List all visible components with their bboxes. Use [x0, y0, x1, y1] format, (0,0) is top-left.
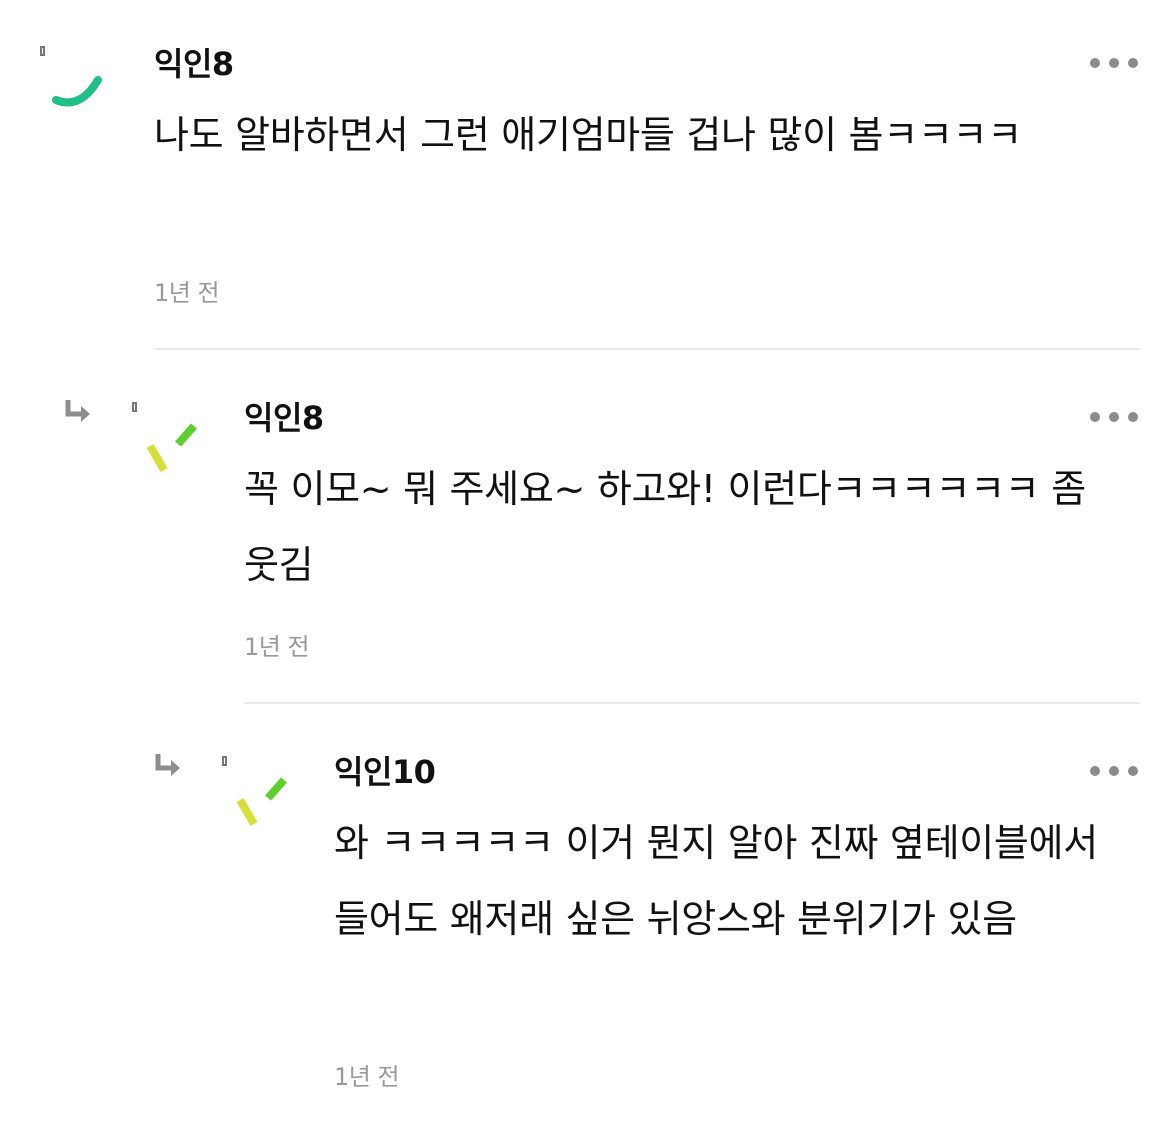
- avatar-badge-icon: [40, 46, 45, 56]
- slash-marks-icon: [236, 777, 287, 827]
- dot-icon: [1090, 58, 1100, 68]
- comment-time: 1년 전: [334, 1063, 400, 1091]
- dot-icon: [1128, 58, 1138, 68]
- more-options-button[interactable]: [1090, 765, 1138, 777]
- more-options-button[interactable]: [1090, 57, 1138, 69]
- dot-icon: [1090, 766, 1100, 776]
- avatar-badge-icon: [132, 402, 137, 412]
- more-options-button[interactable]: [1090, 411, 1138, 423]
- dot-icon: [1128, 412, 1138, 422]
- comment-time: 1년 전: [244, 633, 310, 661]
- comment-1: 익인8 나도 알바하면서 그런 애기엄마들 겁나 많이 봄ㅋㅋㅋㅋ 1년 전: [0, 0, 1170, 350]
- slash-marks-icon: [146, 423, 197, 473]
- comment-reply-2: 익인10 와 ㅋㅋㅋㅋㅋ 이거 뭔지 알아 진짜 옆테이블에서 들어도 왜저래 …: [0, 704, 1170, 1128]
- comment-author[interactable]: 익인8: [154, 44, 234, 84]
- comment-author[interactable]: 익인10: [334, 752, 436, 792]
- dot-icon: [1090, 412, 1100, 422]
- comment-time: 1년 전: [154, 279, 220, 307]
- avatar[interactable]: [50, 58, 106, 114]
- dot-icon: [1109, 58, 1119, 68]
- comment-text: 꼭 이모~ 뭐 주세요~ 하고와! 이런다ㅋㅋㅋㅋㅋㅋ 좀 웃김: [244, 467, 1086, 587]
- avatar[interactable]: [232, 772, 288, 828]
- dot-icon: [1128, 766, 1138, 776]
- avatar[interactable]: [142, 418, 198, 474]
- green-arc-icon: [52, 76, 102, 107]
- dot-icon: [1109, 766, 1119, 776]
- dot-icon: [1109, 412, 1119, 422]
- comment-author[interactable]: 익인8: [244, 398, 324, 438]
- comment-reply-1: 익인8 꼭 이모~ 뭐 주세요~ 하고와! 이런다ㅋㅋㅋㅋㅋㅋ 좀 웃김 1년 …: [0, 350, 1170, 702]
- reply-arrow-icon: [64, 398, 94, 424]
- avatar-badge-icon: [222, 756, 227, 766]
- comment-text: 나도 알바하면서 그런 애기엄마들 겁나 많이 봄ㅋㅋㅋㅋ: [154, 113, 1022, 157]
- comment-text: 와 ㅋㅋㅋㅋㅋ 이거 뭔지 알아 진짜 옆테이블에서 들어도 왜저래 싶은 뉘앙…: [334, 821, 1098, 941]
- reply-arrow-icon: [154, 752, 184, 778]
